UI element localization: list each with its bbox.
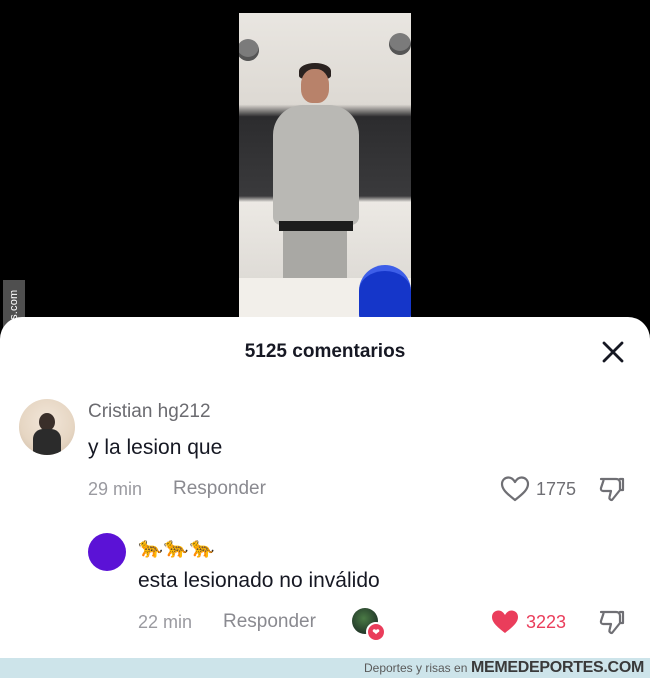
comment-username[interactable]: Cristian hg212 — [88, 401, 211, 423]
person-head — [301, 69, 329, 103]
reply-button[interactable]: Responder — [173, 478, 266, 500]
like-button[interactable] — [490, 608, 520, 636]
footer-brand: MEMEDEPORTES.COM — [471, 659, 644, 676]
like-button[interactable] — [500, 475, 530, 503]
video-frame[interactable] — [239, 13, 411, 318]
comment-username[interactable]: 🐆🐆🐆 — [138, 535, 216, 560]
comment-time: 22 min — [138, 612, 193, 632]
thumbs-down-icon — [599, 477, 625, 502]
heart-outline-icon — [500, 476, 530, 502]
dislike-button[interactable] — [598, 475, 626, 503]
comments-sheet: 5125 comentarios Cristian hg212 y la les… — [0, 317, 650, 658]
person-hoodie — [273, 105, 359, 225]
ceiling-light — [239, 39, 259, 61]
person-belt — [279, 221, 353, 231]
like-count: 3223 — [526, 612, 567, 632]
like-count: 1775 — [536, 479, 577, 499]
avatar[interactable] — [19, 399, 75, 455]
dislike-button[interactable] — [598, 608, 626, 636]
thumbs-down-icon — [599, 610, 625, 635]
footer-watermark: Deportes y risas en MEMEDEPORTES.COM — [364, 659, 644, 677]
close-icon — [602, 341, 624, 363]
heart-filled-icon: ❤ — [366, 622, 386, 642]
creator-liked-badge: ❤ — [352, 608, 386, 642]
ceiling-light — [389, 33, 411, 55]
comments-count-title: 5125 comentarios — [244, 341, 406, 362]
comment-time: 29 min — [88, 479, 143, 499]
footer-watermark-bar: Deportes y risas en MEMEDEPORTES.COM — [0, 658, 650, 678]
video-player[interactable] — [0, 0, 650, 330]
avatar-figure-body — [33, 429, 61, 455]
footer-prefix: Deportes y risas en — [363, 661, 468, 675]
comment-text: y la lesion que — [88, 436, 223, 459]
blue-tub — [359, 265, 411, 318]
avatar[interactable] — [88, 533, 126, 571]
comment-text: esta lesionado no inválido — [138, 569, 380, 592]
close-button[interactable] — [598, 337, 628, 367]
reply-button[interactable]: Responder — [223, 611, 316, 633]
heart-filled-icon — [492, 610, 518, 633]
